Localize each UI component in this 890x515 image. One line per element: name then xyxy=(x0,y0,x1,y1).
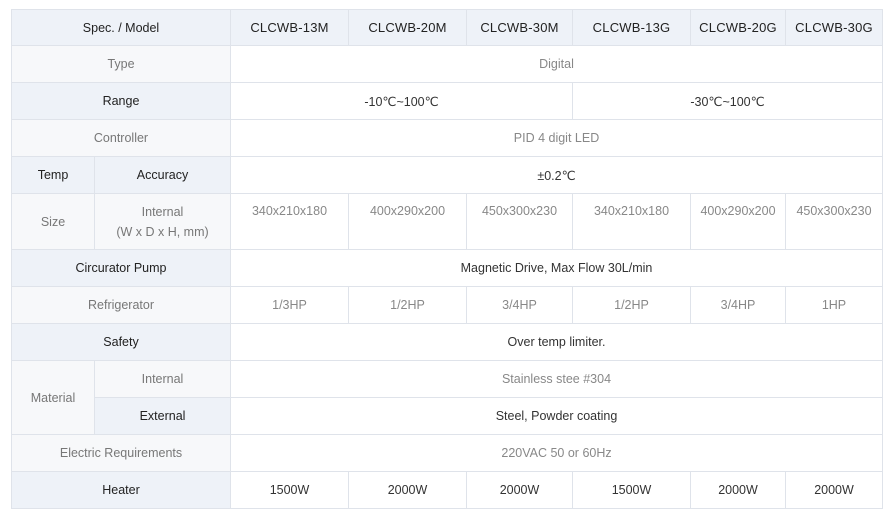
refrigerator-value-13m: 1/3HP xyxy=(230,286,349,324)
type-row: Type Digital xyxy=(11,45,883,83)
refrigerator-value-20g: 3/4HP xyxy=(690,286,786,324)
size-dimension-text: (W x D x H, mm) xyxy=(116,224,209,239)
material-external-label: External xyxy=(94,397,231,435)
size-internal-label: Internal (W x D x H, mm) xyxy=(94,193,231,250)
size-value-20g: 400x290x200 xyxy=(690,193,786,250)
temp-row: Temp Accuracy ±0.2℃ xyxy=(11,156,883,194)
electric-label: Electric Requirements xyxy=(11,434,231,472)
model-header-13m: CLCWB-13M xyxy=(230,9,349,46)
spec-table: Spec. / Model CLCWB-13M CLCWB-20M CLCWB-… xyxy=(11,9,883,509)
model-header-20g: CLCWB-20G xyxy=(690,9,786,46)
size-label: Size xyxy=(11,193,95,250)
electric-row: Electric Requirements 220VAC 50 or 60Hz xyxy=(11,434,883,472)
accuracy-value: ±0.2℃ xyxy=(230,156,883,194)
controller-value: PID 4 digit LED xyxy=(230,119,883,157)
model-header-30m: CLCWB-30M xyxy=(466,9,573,46)
heater-label: Heater xyxy=(11,471,231,509)
refrigerator-value-30m: 3/4HP xyxy=(466,286,573,324)
temp-label: Temp xyxy=(11,156,95,194)
material-internal-row: Material Internal Stainless stee #304 xyxy=(11,360,883,435)
range-value-m: -10℃~100℃ xyxy=(230,82,573,120)
heater-value-13m: 1500W xyxy=(230,471,349,509)
material-internal-label: Internal xyxy=(94,360,231,398)
refrigerator-value-30g: 1HP xyxy=(785,286,883,324)
size-value-20m: 400x290x200 xyxy=(348,193,467,250)
model-header-13g: CLCWB-13G xyxy=(572,9,691,46)
heater-value-13g: 1500W xyxy=(572,471,691,509)
electric-value: 220VAC 50 or 60Hz xyxy=(230,434,883,472)
pump-label: Circurator Pump xyxy=(11,249,231,287)
safety-row: Safety Over temp limiter. xyxy=(11,323,883,361)
size-row: Size Internal (W x D x H, mm) 340x210x18… xyxy=(11,193,883,250)
refrigerator-value-20m: 1/2HP xyxy=(348,286,467,324)
spec-model-header: Spec. / Model xyxy=(11,9,231,46)
pump-row: Circurator Pump Magnetic Drive, Max Flow… xyxy=(11,249,883,287)
safety-label: Safety xyxy=(11,323,231,361)
heater-row: Heater 1500W 2000W 2000W 1500W 2000W 200… xyxy=(11,471,883,509)
range-row: Range -10℃~100℃ -30℃~100℃ xyxy=(11,82,883,120)
accuracy-label: Accuracy xyxy=(94,156,231,194)
heater-value-20m: 2000W xyxy=(348,471,467,509)
model-header-30g: CLCWB-30G xyxy=(785,9,883,46)
size-value-30m: 450x300x230 xyxy=(466,193,573,250)
material-internal-value: Stainless stee #304 xyxy=(230,360,883,398)
material-external-row: External Steel, Powder coating xyxy=(12,397,883,435)
size-value-30g: 450x300x230 xyxy=(785,193,883,250)
header-row: Spec. / Model CLCWB-13M CLCWB-20M CLCWB-… xyxy=(11,9,883,46)
material-label: Material xyxy=(11,360,95,435)
heater-value-30m: 2000W xyxy=(466,471,573,509)
range-label: Range xyxy=(11,82,231,120)
refrigerator-value-13g: 1/2HP xyxy=(572,286,691,324)
model-header-20m: CLCWB-20M xyxy=(348,9,467,46)
safety-value: Over temp limiter. xyxy=(230,323,883,361)
heater-value-30g: 2000W xyxy=(785,471,883,509)
size-internal-text: Internal xyxy=(141,204,184,219)
size-value-13g: 340x210x180 xyxy=(572,193,691,250)
controller-row: Controller PID 4 digit LED xyxy=(11,119,883,157)
refrigerator-label: Refrigerator xyxy=(11,286,231,324)
range-value-g: -30℃~100℃ xyxy=(572,82,883,120)
material-external-value: Steel, Powder coating xyxy=(230,397,883,435)
pump-value: Magnetic Drive, Max Flow 30L/min xyxy=(230,249,883,287)
type-label: Type xyxy=(11,45,231,83)
size-value-13m: 340x210x180 xyxy=(230,193,349,250)
heater-value-20g: 2000W xyxy=(690,471,786,509)
controller-label: Controller xyxy=(11,119,231,157)
type-value: Digital xyxy=(230,45,883,83)
refrigerator-row: Refrigerator 1/3HP 1/2HP 3/4HP 1/2HP 3/4… xyxy=(11,286,883,324)
